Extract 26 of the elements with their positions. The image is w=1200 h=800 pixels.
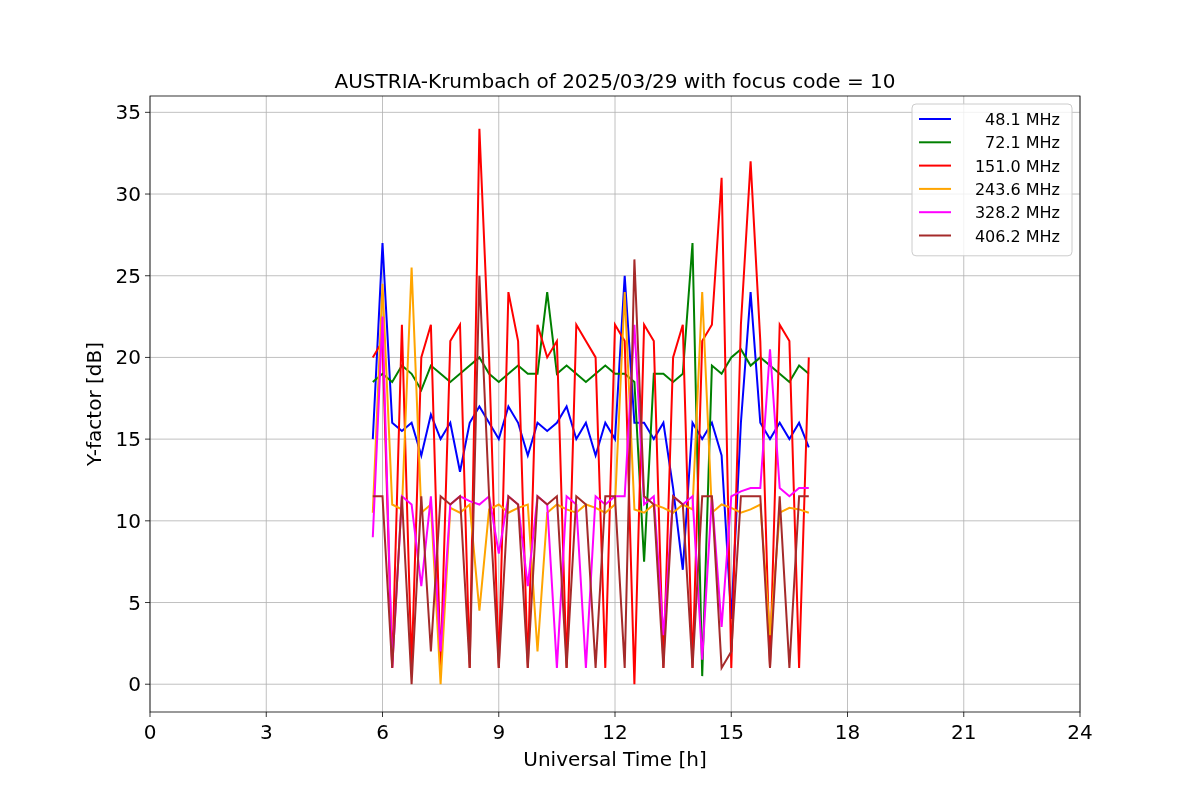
tick-label: 6 — [376, 720, 389, 744]
tick-label: 24 — [1067, 720, 1093, 744]
x-axis-label: Universal Time [h] — [523, 747, 707, 771]
tick-label: 21 — [951, 720, 977, 744]
tick-label: 0 — [128, 672, 141, 697]
tick-label: 3 — [259, 720, 273, 744]
tick-label: 5 — [128, 590, 141, 615]
tick-label: 10 — [115, 508, 141, 533]
tick-label: 15 — [718, 720, 744, 744]
legend-label: 406.2 MHz — [974, 226, 1060, 246]
tick-label: 9 — [492, 720, 506, 744]
legend-label: 243.6 MHz — [974, 179, 1060, 199]
tick-label: 0 — [143, 720, 157, 744]
tick-label: 30 — [115, 182, 141, 207]
legend-label: 48.1 MHz — [985, 110, 1060, 129]
tick-label: 15 — [115, 427, 141, 452]
tick-label: 12 — [602, 720, 628, 744]
legend-label: 328.2 MHz — [974, 203, 1060, 223]
tick-label: 25 — [115, 263, 141, 288]
legend-label: 72.1 MHz — [985, 133, 1060, 153]
y-axis-label: Y-factor [dB] — [82, 342, 106, 466]
chart-title: AUSTRIA-Krumbach of 2025/03/29 with focus code = 10 — [334, 69, 896, 93]
legend-label: 151.0 MHz — [974, 156, 1060, 176]
tick-label: 20 — [115, 345, 141, 370]
tick-label: 18 — [834, 720, 861, 744]
tick-label: 35 — [115, 100, 141, 125]
